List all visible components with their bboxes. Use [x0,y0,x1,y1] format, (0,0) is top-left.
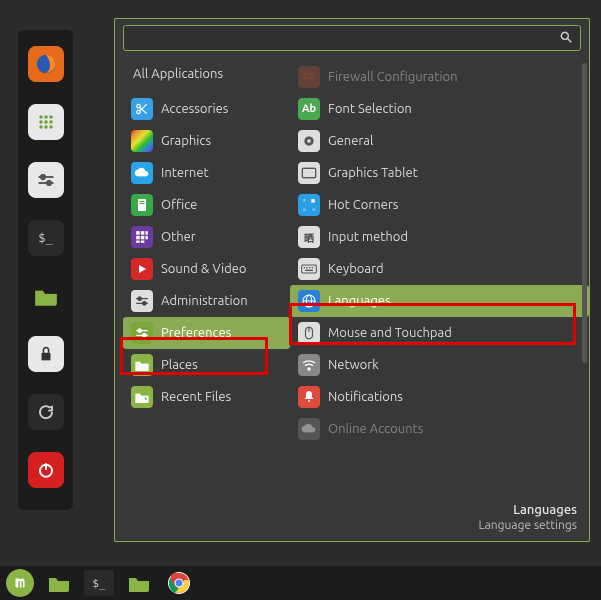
app-label: Font Selection [328,102,412,116]
doc-icon [131,194,153,216]
app-menu: All Applications Accessories Graphics In… [114,18,590,542]
app-label: General [328,134,373,148]
taskbar-mint-menu-icon[interactable] [6,569,34,597]
app-input-method[interactable]: 晒 Input method [290,221,589,253]
taskbar-chrome-icon[interactable] [164,570,194,596]
footer-title: Languages [115,502,577,518]
app-online-accounts[interactable]: Online Accounts [290,413,589,445]
category-label: Sound & Video [161,262,247,276]
play-icon [131,258,153,280]
category-label: Recent Files [161,390,231,404]
dock-apps-icon[interactable] [28,104,64,140]
gear-icon [298,130,320,152]
app-font-selection[interactable]: Ab Font Selection [290,93,589,125]
category-label: Internet [161,166,209,180]
category-preferences[interactable]: Preferences [123,317,290,349]
keyboard-icon [298,258,320,280]
category-administration[interactable]: Administration [123,285,290,317]
scrollbar[interactable] [582,63,587,363]
rainbow-icon [131,130,153,152]
category-sound-video[interactable]: Sound & Video [123,253,290,285]
apps-column: Firewall ConfigurationAb Font Selection … [290,55,589,496]
category-label: Graphics [161,134,211,148]
app-label: Hot Corners [328,198,398,212]
app-general[interactable]: General [290,125,589,157]
search-row [115,19,589,55]
taskbar: $_ [0,566,601,600]
slider-icon [131,290,153,312]
category-internet[interactable]: Internet [123,157,290,189]
folder-rc-icon [131,386,153,408]
all-applications[interactable]: All Applications [123,61,290,93]
slider-g-icon [131,322,153,344]
app-hot-corners[interactable]: Hot Corners [290,189,589,221]
dock-firefox-icon[interactable] [28,46,64,82]
mouse-icon [298,322,320,344]
app-network[interactable]: Network [290,349,589,381]
app-notifications[interactable]: Notifications [290,381,589,413]
app-label: Languages [328,294,391,308]
category-label: Other [161,230,196,244]
app-languages[interactable]: Languages [290,285,589,317]
dock-power-icon[interactable] [28,452,64,488]
dock-files-icon[interactable] [28,278,64,314]
category-recent-files[interactable]: Recent Files [123,381,290,413]
input-icon: 晒 [298,226,320,248]
search-icon [559,30,573,44]
font-icon: Ab [298,98,320,120]
dock-lock-icon[interactable] [28,336,64,372]
categories-column: All Applications Accessories Graphics In… [115,55,290,496]
app-graphics-tablet[interactable]: Graphics Tablet [290,157,589,189]
app-mouse-and-touchpad[interactable]: Mouse and Touchpad [290,317,589,349]
app-label: Graphics Tablet [328,166,418,180]
app-label: Network [328,358,379,372]
category-places[interactable]: Places [123,349,290,381]
app-label: Online Accounts [328,422,423,436]
category-graphics[interactable]: Graphics [123,125,290,157]
dock-settings-icon[interactable] [28,162,64,198]
category-other[interactable]: Other [123,221,290,253]
app-label: Firewall Configuration [328,70,458,84]
app-firewall-configuration[interactable]: Firewall Configuration [290,61,589,93]
dock-update-icon[interactable] [28,394,64,430]
taskbar-files-icon[interactable] [44,570,74,596]
cloud-icon [131,162,153,184]
dock-terminal-icon[interactable]: $_ [28,220,64,256]
folder-icon [131,354,153,376]
app-label: Input method [328,230,408,244]
category-accessories[interactable]: Accessories [123,93,290,125]
grid-icon [131,226,153,248]
tablet-icon [298,162,320,184]
category-label: Administration [161,294,248,308]
taskbar-terminal-icon[interactable]: $_ [84,570,114,596]
firewall-icon [298,66,320,88]
plank-dock: $_ [18,30,73,510]
footer-subtitle: Language settings [115,518,577,533]
app-keyboard[interactable]: Keyboard [290,253,589,285]
menu-footer: Languages Language settings [115,496,589,541]
search-input[interactable] [123,25,581,51]
category-label: Preferences [161,326,231,340]
app-label: Mouse and Touchpad [328,326,452,340]
app-label: Keyboard [328,262,384,276]
category-label: Office [161,198,197,212]
wifi-icon [298,354,320,376]
category-office[interactable]: Office [123,189,290,221]
globe-icon [298,290,320,312]
taskbar-folder-icon[interactable] [124,570,154,596]
scissors-icon [131,98,153,120]
corners-icon [298,194,320,216]
cloud2-icon [298,418,320,440]
category-label: Places [161,358,198,372]
bell-icon [298,386,320,408]
category-label: Accessories [161,102,228,116]
app-label: Notifications [328,390,403,404]
